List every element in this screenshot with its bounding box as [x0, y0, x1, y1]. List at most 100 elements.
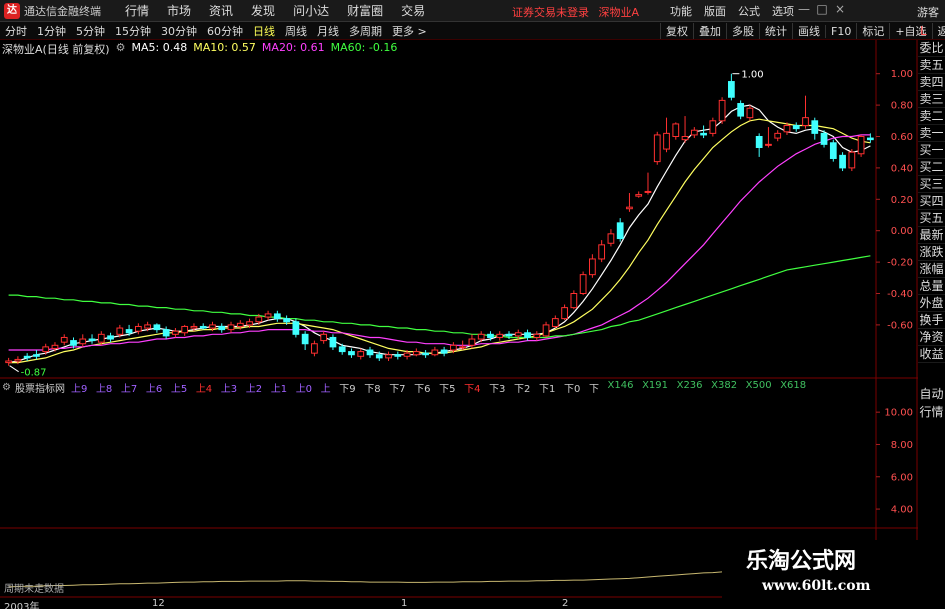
- candle: [514, 332, 522, 337]
- candle: [709, 120, 717, 134]
- indicator-item: 下0: [563, 383, 581, 395]
- candle: [700, 132, 707, 136]
- candle: [14, 358, 22, 362]
- side-item[interactable]: 买三: [918, 176, 945, 193]
- side-item[interactable]: 收益: [918, 346, 945, 363]
- watermark-url: www.60lt.com: [762, 578, 871, 594]
- axis-tick-label: 0.00: [891, 226, 913, 237]
- side-item[interactable]: 买二: [918, 159, 945, 176]
- back-button[interactable]: 返回: [931, 23, 945, 39]
- guest-label[interactable]: 游客: [917, 4, 939, 20]
- candle: [505, 333, 513, 337]
- candle: [422, 352, 429, 356]
- candle: [329, 336, 337, 348]
- candle: [412, 351, 420, 356]
- indicator-settings-icon[interactable]: ⚙: [2, 382, 11, 393]
- candle: [227, 324, 235, 331]
- candle: [125, 329, 133, 334]
- candle: [5, 360, 13, 364]
- candle: [635, 194, 643, 197]
- indicator-header: ⚙ 股票指标网 上9 上8 上7 上6 上5 上4 上3 上2 上1 上0 上下9 下8 下7 下6 下5 下…: [0, 379, 815, 395]
- indicator-item: 下9: [339, 383, 356, 395]
- axis-tick-label: -0.40: [887, 289, 913, 300]
- candle: [79, 338, 87, 345]
- indicator-item: 下3: [489, 383, 506, 395]
- candle: [681, 136, 689, 141]
- date-label: 1: [401, 598, 408, 609]
- side-item[interactable]: 卖四: [918, 74, 945, 91]
- side-panel-toggle[interactable]: L: [920, 24, 927, 38]
- indicator-item: 下4: [464, 383, 481, 395]
- max-price-label: 1.00: [741, 70, 763, 81]
- indicator-item: 上5: [170, 383, 188, 395]
- candle: [190, 325, 198, 329]
- side-item[interactable]: 卖三: [918, 91, 945, 108]
- candle: [626, 206, 633, 210]
- side-item[interactable]: 买五: [918, 210, 945, 227]
- candle: [450, 344, 457, 351]
- candle: [672, 123, 680, 138]
- candle: [181, 325, 189, 334]
- side-item[interactable]: 行情: [918, 403, 945, 421]
- side-item[interactable]: 涨跌: [918, 244, 945, 261]
- candle: [848, 151, 856, 169]
- auto-quote-panel: 自动 行情: [918, 385, 945, 421]
- axis-tick-label: 0.40: [891, 163, 913, 174]
- candle: [728, 81, 735, 98]
- candle: [255, 316, 263, 323]
- indicator-tick-label: 6.00: [891, 472, 913, 483]
- candle: [107, 335, 114, 340]
- side-item[interactable]: 买一: [918, 142, 945, 159]
- candle: [23, 355, 31, 359]
- candle: [273, 313, 281, 320]
- indicator-item: 上4: [195, 383, 213, 395]
- candle: [598, 244, 606, 260]
- candle: [820, 132, 828, 145]
- indicator-item: 上7: [120, 383, 138, 395]
- side-item[interactable]: 净资: [918, 329, 945, 346]
- date-label: 12: [152, 598, 165, 609]
- series-line-ma20: [8, 134, 871, 351]
- candle: [375, 354, 383, 359]
- indicator-item: 下: [588, 383, 599, 395]
- side-item[interactable]: 卖二: [918, 108, 945, 125]
- axis-tick-label: -0.60: [887, 320, 913, 331]
- candle: [755, 136, 763, 148]
- candle: [616, 222, 624, 240]
- indicator-tick-label: 10.00: [884, 408, 913, 419]
- indicator-item: X382: [711, 379, 738, 391]
- candle: [533, 333, 541, 338]
- side-item[interactable]: 最新: [918, 227, 945, 244]
- candle: [561, 307, 568, 320]
- candle: [644, 190, 652, 193]
- kline-chart[interactable]: 1.00 0.80 0.60 0.40 0.20 0.00 -0.20 -0.40 -0.60 1…: [0, 0, 918, 609]
- side-item[interactable]: 卖一: [918, 125, 945, 142]
- indicator-item: X236: [676, 379, 703, 391]
- indicator-item: 下2: [514, 383, 531, 395]
- side-item[interactable]: 卖五: [918, 57, 945, 74]
- candle: [663, 132, 670, 150]
- candle: [607, 233, 615, 244]
- indicator-item: 上3: [220, 383, 238, 395]
- indicator-title[interactable]: 股票指标网: [15, 380, 65, 395]
- side-item[interactable]: 买四: [918, 193, 945, 210]
- candle: [542, 324, 550, 337]
- candle: [477, 333, 485, 340]
- indicator-item: 上8: [95, 383, 113, 395]
- candle: [88, 338, 96, 342]
- indicator-item: 上0: [295, 383, 313, 395]
- min-price-label: -0.87: [21, 368, 47, 379]
- side-item[interactable]: 换手: [918, 312, 945, 329]
- side-item[interactable]: 总量: [918, 278, 945, 295]
- indicator-item: 下8: [364, 383, 381, 395]
- candle: [783, 125, 791, 133]
- side-item[interactable]: 自动: [918, 385, 945, 403]
- side-item[interactable]: 涨幅: [918, 261, 945, 278]
- candle: [51, 344, 59, 349]
- side-item[interactable]: 委比: [918, 40, 945, 57]
- indicator-item: 上9: [70, 383, 88, 395]
- candle: [162, 329, 170, 337]
- indicator-item: X618: [780, 379, 807, 391]
- side-item[interactable]: 外盘: [918, 295, 945, 312]
- candle: [524, 332, 531, 338]
